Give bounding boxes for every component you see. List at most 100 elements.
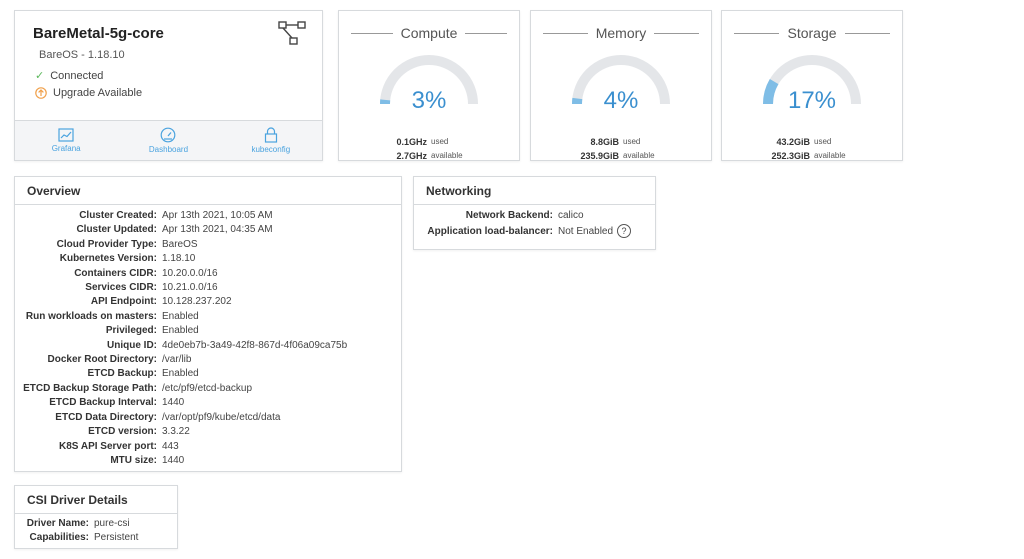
upgrade-status-label: Upgrade Available [53, 87, 143, 99]
load-balancer-value: Not Enabled [558, 226, 614, 237]
kv-value: Enabled [162, 368, 199, 380]
kv-row: Driver Name: pure-csi [15, 517, 177, 531]
kv-key: Driver Name: [26, 518, 89, 529]
kv-row: Network Backend: calico [414, 208, 655, 224]
overview-body: Cluster Created: Apr 13th 2021, 10:05 AM C… [15, 205, 401, 468]
grafana-label: Grafana [51, 144, 81, 153]
kv-value: 10.21.0.0/16 [162, 282, 218, 294]
help-icon[interactable]: ? [617, 224, 632, 239]
gauge-title: Compute [400, 25, 458, 41]
kv-key: Kubernetes Version: [59, 253, 157, 265]
compute-gauge-card: Compute 3% 0.1GHz used 2.7GHz available [338, 10, 520, 161]
kv-key: Services CIDR: [85, 282, 157, 294]
kv-row: Unique ID: 4de0eb7b-3a49-42f8-867d-4f06a0… [15, 339, 401, 353]
kv-row: ETCD Data Directory: /var/opt/pf9/kube/et… [15, 411, 401, 425]
kv-row: Kubernetes Version: 1.18.10 [15, 252, 401, 266]
upgrade-arrow-icon [35, 87, 47, 99]
networking-body: Network Backend: calico Application load… [414, 205, 655, 240]
kv-key: Containers CIDR: [74, 267, 157, 279]
gauge-used: 0.1GHz used [339, 137, 519, 147]
kv-row: Privileged: Enabled [15, 324, 401, 338]
kv-row: Services CIDR: 10.21.0.0/16 [15, 281, 401, 295]
gauge-used-value: 8.8GiB [590, 137, 619, 147]
gauge-used-label: used [623, 137, 641, 146]
gauge-available-label: available [431, 151, 463, 160]
kv-key: ETCD Backup: [87, 368, 157, 380]
gauge-title: Memory [595, 25, 647, 41]
kv-value: BareOS [162, 238, 198, 250]
kv-value: Apr 13th 2021, 10:05 AM [162, 210, 273, 221]
gauge-percent: 17% [787, 87, 837, 114]
kv-value: pure-csi [94, 518, 130, 529]
csi-title: CSI Driver Details [15, 486, 177, 514]
kv-value: Not Enabled? [558, 224, 632, 240]
gauge-title: Storage [787, 25, 837, 41]
gauge-used-label: used [814, 137, 832, 146]
kv-key: ETCD Backup Storage Path: [23, 382, 157, 394]
kv-row: Containers CIDR: 10.20.0.0/16 [15, 267, 401, 281]
gauge-available-value: 252.3GiB [771, 151, 810, 161]
gauge-available-value: 235.9GiB [580, 151, 619, 161]
gauge-used-label: used [431, 137, 449, 146]
kubeconfig-button[interactable]: kubeconfig [231, 127, 311, 154]
memory-gauge-card: Memory 4% 8.8GiB used 235.9GiB available [530, 10, 712, 161]
kv-key: Cluster Created: [79, 210, 157, 221]
kv-key: Docker Root Directory: [47, 354, 157, 366]
cluster-os-version: BareOS - 1.18.10 [39, 49, 125, 61]
gauge-used: 43.2GiB used [722, 137, 902, 147]
kv-key: ETCD Backup Interval: [49, 397, 157, 409]
chart-icon [58, 128, 74, 142]
gauge-used: 8.8GiB used [531, 137, 711, 147]
csi-body: Driver Name: pure-csi Capabilities: Persist… [15, 514, 177, 546]
grafana-button[interactable]: Grafana [26, 128, 106, 153]
gauge-available: 2.7GHz available [339, 151, 519, 161]
kv-row: ETCD Backup: Enabled [15, 367, 401, 381]
kv-value: 3.3.22 [162, 426, 190, 438]
kv-value: Enabled [162, 310, 199, 322]
kv-value: Enabled [162, 325, 199, 337]
gauge-used-value: 43.2GiB [776, 137, 810, 147]
connection-status: ✓ Connected [35, 69, 104, 83]
networking-title: Networking [414, 177, 655, 205]
kv-key: Unique ID: [107, 339, 157, 351]
kv-key: ETCD version: [88, 426, 157, 438]
kv-value: Apr 13th 2021, 04:35 AM [162, 224, 273, 236]
storage-gauge-card: Storage 17% 43.2GiB used 252.3GiB availabl… [721, 10, 903, 161]
speedometer-icon [161, 127, 176, 143]
kv-row: ETCD version: 3.3.22 [15, 425, 401, 439]
kv-key: API Endpoint: [90, 296, 157, 308]
gauge-available: 235.9GiB available [531, 151, 711, 161]
lock-icon [264, 127, 277, 143]
kv-value: 1440 [162, 454, 185, 466]
kubeconfig-label: kubeconfig [251, 145, 291, 154]
kv-key: K8S API Server port: [59, 440, 157, 452]
kv-value: 1440 [162, 397, 185, 409]
gauge-available-label: available [814, 151, 846, 160]
gauge-percent: 4% [603, 87, 639, 114]
kv-key: Privileged: [105, 325, 157, 337]
upgrade-status[interactable]: Upgrade Available [35, 87, 142, 99]
kv-row: Docker Root Directory: /var/lib [15, 353, 401, 367]
kv-value: /etc/pf9/etcd-backup [162, 382, 253, 394]
overview-panel: Overview Cluster Created: Apr 13th 2021, … [14, 176, 402, 472]
cluster-card: BareMetal-5g-core BareOS - 1.18.10 ✓ Con… [14, 10, 323, 161]
gauge-percent: 3% [411, 87, 447, 114]
kv-value: /var/opt/pf9/kube/etcd/data [162, 411, 281, 423]
topology-icon[interactable] [278, 21, 306, 45]
kv-row: MTU size: 1440 [15, 454, 401, 468]
kv-row: Cluster Created: Apr 13th 2021, 10:05 AM [15, 209, 401, 223]
kv-row: Application load-balancer: Not Enabled? [414, 224, 655, 240]
kv-key: Cloud Provider Type: [56, 238, 157, 250]
cluster-name: BareMetal-5g-core [33, 25, 164, 42]
overview-title: Overview [15, 177, 401, 205]
kv-key: MTU size: [110, 454, 157, 466]
kv-key: Capabilities: [29, 532, 89, 544]
dashboard-button[interactable]: Dashboard [128, 127, 208, 154]
kv-value: 10.20.0.0/16 [162, 267, 218, 279]
gauge-available-value: 2.7GHz [396, 151, 427, 161]
kv-key: Cluster Updated: [76, 224, 157, 236]
gauge-used-value: 0.1GHz [396, 137, 427, 147]
kv-key: Run workloads on masters: [25, 310, 157, 322]
connection-status-label: Connected [50, 69, 104, 82]
kv-row: K8S API Server port: 443 [15, 440, 401, 454]
